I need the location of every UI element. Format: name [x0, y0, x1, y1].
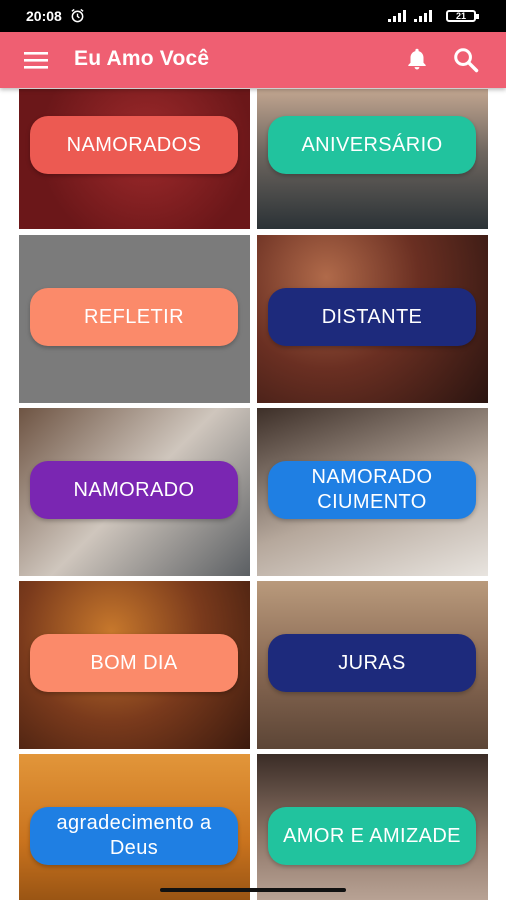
search-icon[interactable] [452, 46, 480, 74]
category-card-bom-dia[interactable]: BOM DIA [19, 581, 250, 749]
status-time: 20:08 [26, 8, 62, 24]
category-pill[interactable]: NAMORADO [30, 461, 238, 519]
battery-level: 21 [455, 11, 466, 21]
bell-icon[interactable] [404, 46, 430, 72]
category-grid: NAMORADOS ANIVERSÁRIO REFLETIR DISTANTE … [0, 88, 506, 900]
category-card-namorado[interactable]: NAMORADO [19, 408, 250, 576]
home-indicator[interactable] [160, 888, 346, 892]
category-pill[interactable]: ANIVERSÁRIO [268, 116, 476, 174]
category-card-refletir[interactable]: REFLETIR [19, 235, 250, 403]
category-card-amor-e-amizade[interactable]: AMOR E AMIZADE [257, 754, 488, 900]
category-pill[interactable]: DISTANTE [268, 288, 476, 346]
category-pill[interactable]: JURAS [268, 634, 476, 692]
signal-icon [414, 10, 432, 22]
category-card-namorados[interactable]: NAMORADOS [19, 89, 250, 229]
alarm-icon [71, 8, 84, 23]
category-pill[interactable]: REFLETIR [30, 288, 238, 346]
category-pill[interactable]: BOM DIA [30, 634, 238, 692]
category-card-agradecimento[interactable]: agradecimento a Deus [19, 754, 250, 900]
category-pill[interactable]: AMOR E AMIZADE [268, 807, 476, 865]
status-bar: 20:08 21 [0, 0, 506, 32]
category-pill[interactable]: agradecimento a Deus [30, 807, 238, 865]
battery-icon: 21 [446, 10, 479, 22]
category-card-namorado-ciumento[interactable]: NAMORADO CIUMENTO [257, 408, 488, 576]
category-card-distante[interactable]: DISTANTE [257, 235, 488, 403]
category-pill[interactable]: NAMORADOS [30, 116, 238, 174]
category-card-juras[interactable]: JURAS [257, 581, 488, 749]
signal-icon [388, 10, 406, 22]
app-title: Eu Amo Você [74, 47, 210, 70]
category-card-aniversario[interactable]: ANIVERSÁRIO [257, 89, 488, 229]
menu-icon[interactable] [24, 48, 48, 72]
category-pill[interactable]: NAMORADO CIUMENTO [268, 461, 476, 519]
app-bar: Eu Amo Você [0, 32, 506, 88]
